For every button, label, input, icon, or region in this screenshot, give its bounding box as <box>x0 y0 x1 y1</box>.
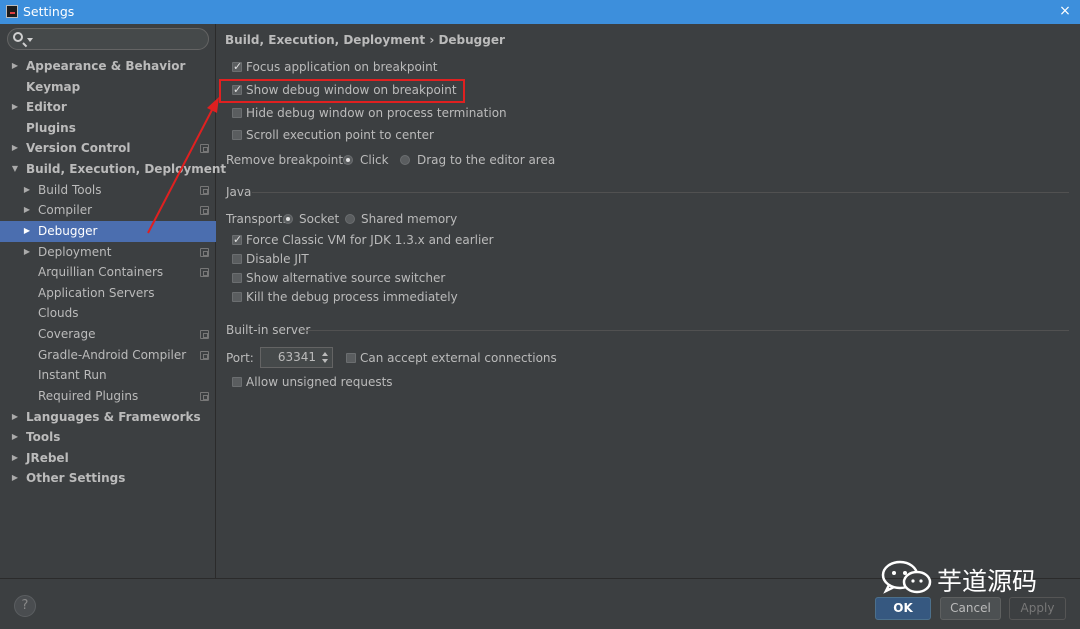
sidebar-item-appearance-behavior[interactable]: ▶ Appearance & Behavior <box>0 56 216 77</box>
port-spinner[interactable]: 63341 <box>260 347 333 368</box>
sidebar-item-required-plugins[interactable]: Required Plugins <box>0 386 216 407</box>
expand-arrow-icon[interactable]: ▶ <box>22 242 32 263</box>
socket-radio[interactable] <box>283 214 293 224</box>
external-connections-checkbox[interactable] <box>346 353 356 363</box>
app-icon <box>6 5 18 18</box>
project-scope-icon <box>200 186 209 195</box>
unsigned-requests-checkbox[interactable] <box>232 377 242 387</box>
spinner-up-icon[interactable] <box>322 352 328 356</box>
focus-app-checkbox[interactable] <box>232 58 242 76</box>
transport-label: Transport: <box>226 212 287 226</box>
sidebar-item-editor[interactable]: ▶ Editor <box>0 97 216 118</box>
apply-button[interactable]: Apply <box>1009 597 1066 620</box>
cancel-button[interactable]: Cancel <box>940 597 1001 620</box>
java-section-title: Java <box>226 185 252 199</box>
expand-arrow-icon[interactable]: ▶ <box>10 407 20 428</box>
port-label: Port: <box>226 351 254 365</box>
sidebar-item-application-servers[interactable]: Application Servers <box>0 283 216 304</box>
expand-arrow-icon[interactable]: ▶ <box>10 138 20 159</box>
settings-sidebar: ▶ Appearance & Behavior Keymap ▶ Editor … <box>0 24 226 578</box>
collapse-arrow-icon[interactable]: ▼ <box>10 159 20 180</box>
window-title: Settings <box>23 4 75 19</box>
search-dropdown-icon[interactable] <box>27 38 33 42</box>
project-scope-icon <box>200 351 209 360</box>
shared-memory-radio[interactable] <box>345 214 355 224</box>
divider <box>302 330 1069 331</box>
title-bar: Settings × <box>0 0 1080 24</box>
project-scope-icon <box>200 268 209 277</box>
sidebar-item-build-tools[interactable]: ▶ Build Tools <box>0 180 216 201</box>
sidebar-item-plugins[interactable]: Plugins <box>0 118 216 139</box>
remove-click-radio[interactable] <box>343 155 353 165</box>
project-scope-icon <box>200 392 209 401</box>
project-scope-icon <box>200 330 209 339</box>
sidebar-item-jrebel[interactable]: ▶ JRebel <box>0 448 216 469</box>
sidebar-item-languages-frameworks[interactable]: ▶ Languages & Frameworks <box>0 407 216 428</box>
breadcrumb: Build, Execution, Deployment › Debugger <box>225 33 505 47</box>
expand-arrow-icon[interactable]: ▶ <box>10 468 20 489</box>
expand-arrow-icon[interactable]: ▶ <box>22 200 32 221</box>
sidebar-item-coverage[interactable]: Coverage <box>0 324 216 345</box>
sidebar-item-tools[interactable]: ▶ Tools <box>0 427 216 448</box>
sidebar-item-keymap[interactable]: Keymap <box>0 77 216 98</box>
expand-arrow-icon[interactable]: ▶ <box>10 97 20 118</box>
project-scope-icon <box>200 206 209 215</box>
expand-arrow-icon[interactable]: ▶ <box>10 427 20 448</box>
remove-breakpoint-label: Remove breakpoint: <box>226 153 348 167</box>
alt-source-checkbox[interactable] <box>232 273 242 283</box>
hide-debug-window-checkbox[interactable] <box>232 108 242 118</box>
sidebar-item-compiler[interactable]: ▶ Compiler <box>0 200 216 221</box>
ok-button[interactable]: OK <box>875 597 931 620</box>
sidebar-item-other-settings[interactable]: ▶ Other Settings <box>0 468 216 489</box>
sidebar-item-gradle-android-compiler[interactable]: Gradle-Android Compiler <box>0 345 216 366</box>
help-button[interactable]: ? <box>14 595 36 617</box>
sidebar-item-build-execution-deployment[interactable]: ▼ Build, Execution, Deployment <box>0 159 226 180</box>
sidebar-item-arquillian-containers[interactable]: Arquillian Containers <box>0 262 216 283</box>
port-value[interactable]: 63341 <box>278 350 316 364</box>
watermark: 芋道源码 <box>881 558 1051 598</box>
sidebar-item-deployment[interactable]: ▶ Deployment <box>0 242 216 263</box>
project-scope-icon <box>200 248 209 257</box>
expand-arrow-icon[interactable]: ▶ <box>10 448 20 469</box>
scroll-exec-checkbox[interactable] <box>232 130 242 140</box>
sidebar-item-version-control[interactable]: ▶ Version Control <box>0 138 216 159</box>
annotation-highlight-box <box>219 79 465 103</box>
spinner-down-icon[interactable] <box>322 359 328 363</box>
expand-arrow-icon[interactable]: ▶ <box>22 180 32 201</box>
expand-arrow-icon[interactable]: ▶ <box>10 56 20 77</box>
remove-drag-radio[interactable] <box>400 155 410 165</box>
sidebar-item-instant-run[interactable]: Instant Run <box>0 365 216 386</box>
sidebar-item-debugger[interactable]: ▶ Debugger <box>0 221 216 242</box>
project-scope-icon <box>200 144 209 153</box>
close-icon[interactable]: × <box>1058 3 1072 19</box>
search-icon <box>13 32 23 42</box>
disable-jit-checkbox[interactable] <box>232 254 242 264</box>
builtin-section-title: Built-in server <box>226 323 311 337</box>
kill-process-checkbox[interactable] <box>232 292 242 302</box>
watermark-text: 芋道源码 <box>937 567 1038 596</box>
expand-arrow-icon[interactable]: ▶ <box>22 221 32 242</box>
force-classic-checkbox[interactable] <box>232 231 242 249</box>
sidebar-item-clouds[interactable]: Clouds <box>0 303 216 324</box>
wechat-logo-icon <box>881 560 932 594</box>
search-input[interactable] <box>7 28 209 50</box>
settings-panel: Build, Execution, Deployment › Debugger … <box>217 24 1080 578</box>
divider <box>252 192 1069 193</box>
